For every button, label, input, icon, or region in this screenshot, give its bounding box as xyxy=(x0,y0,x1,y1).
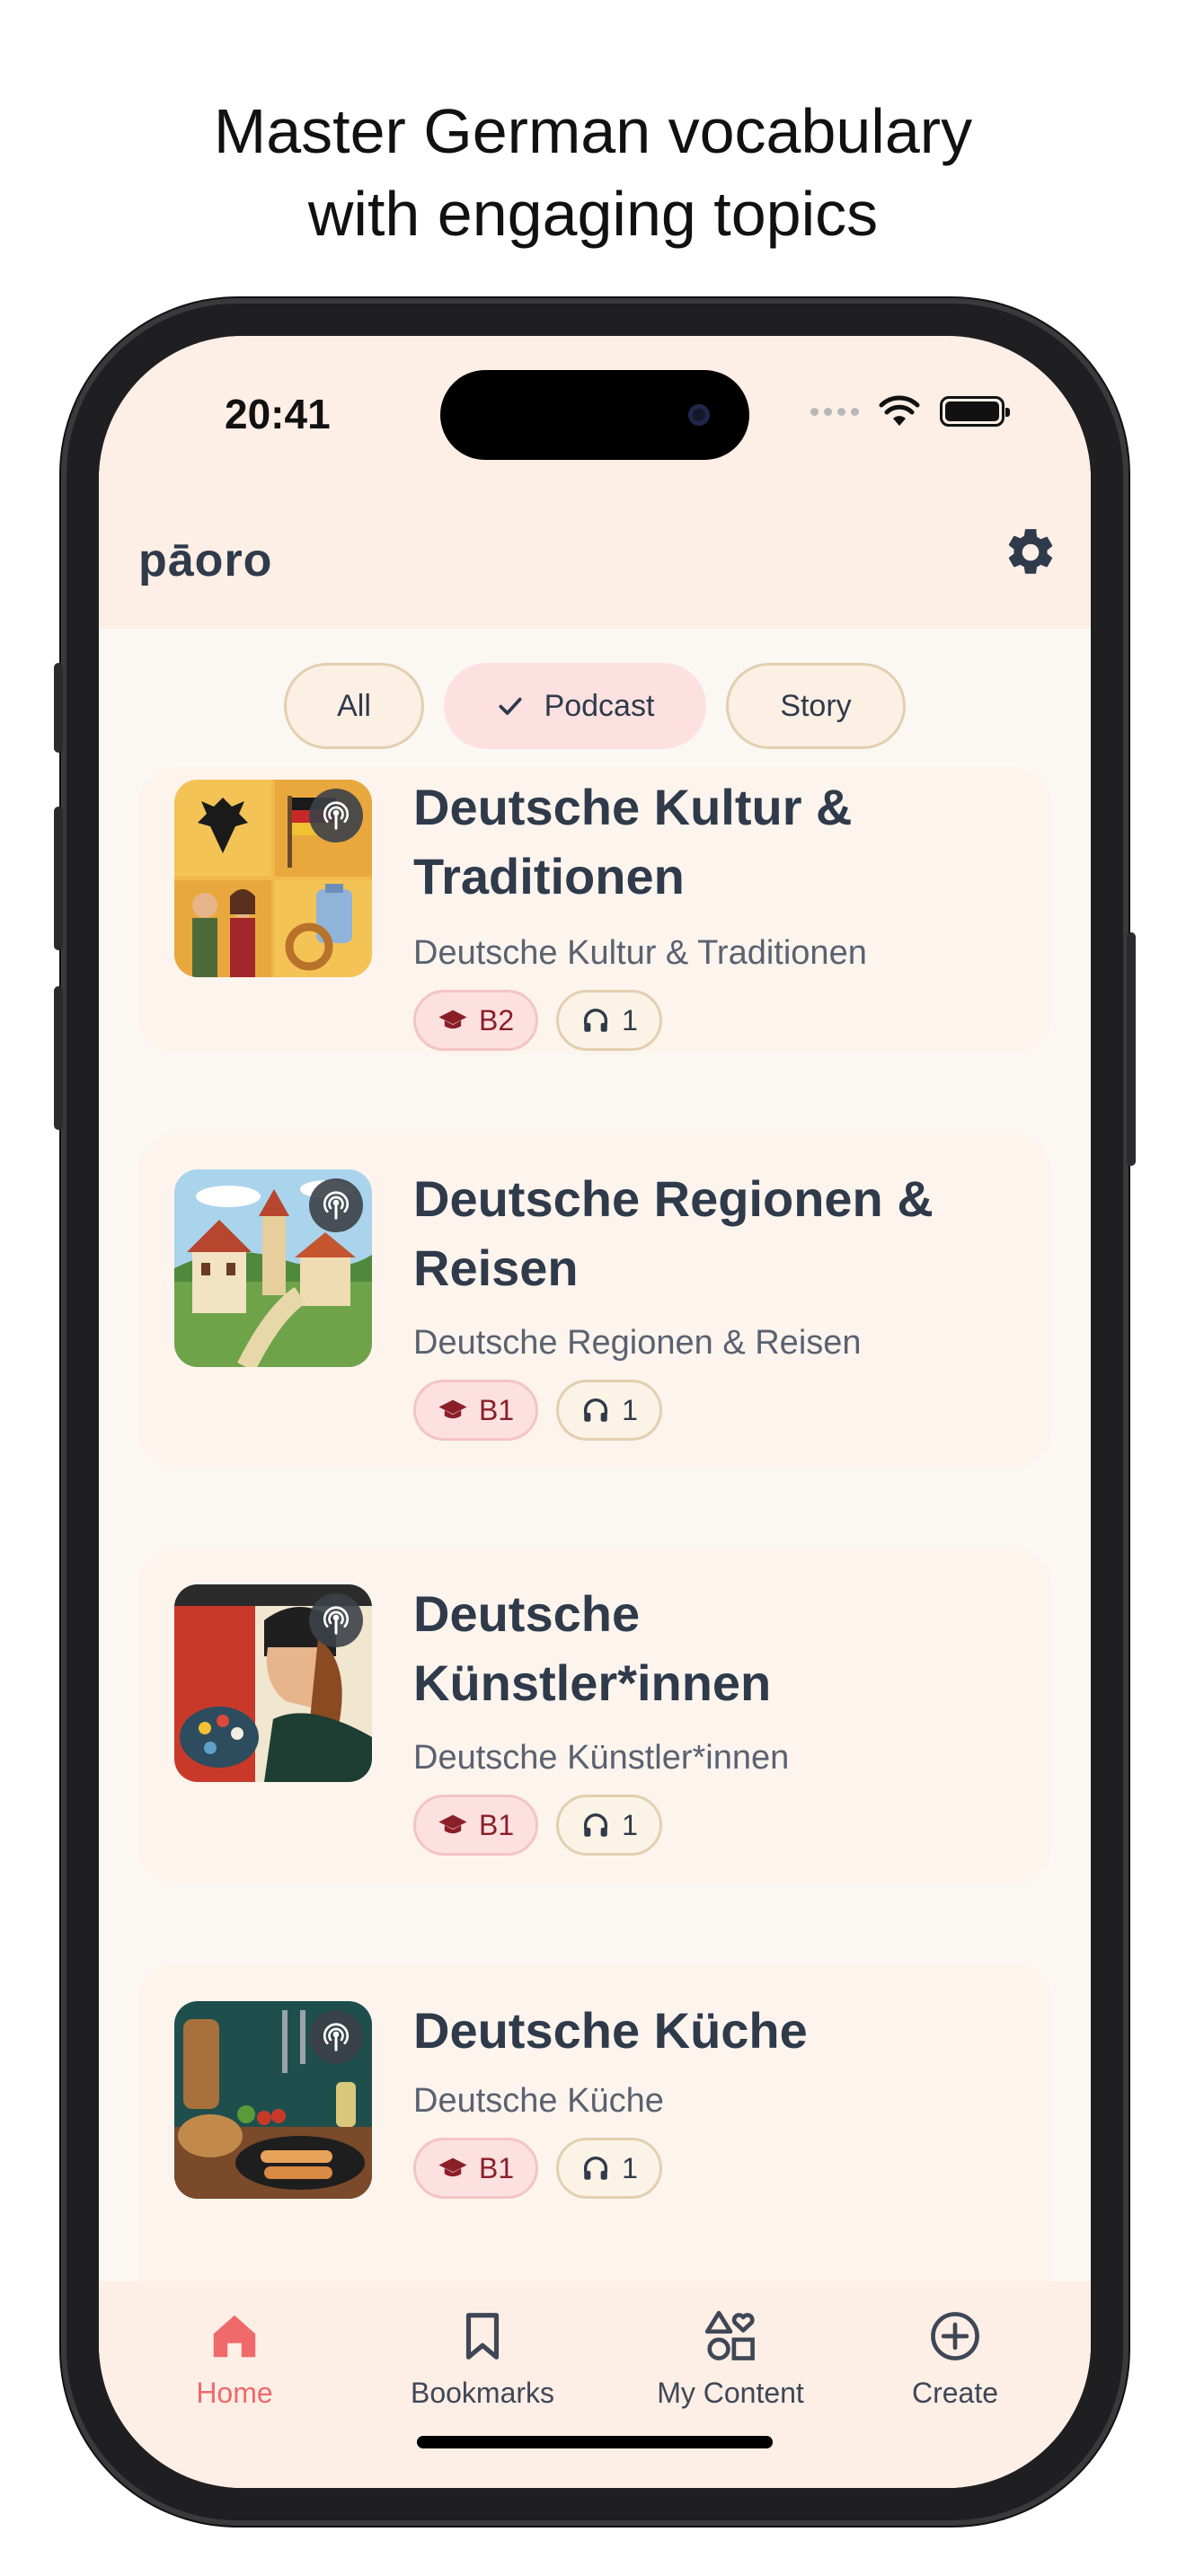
level-label: B1 xyxy=(479,1393,515,1426)
episode-count: 1 xyxy=(622,2151,638,2184)
bookmark-icon xyxy=(465,2313,500,2360)
wifi-icon xyxy=(879,395,920,426)
headphones-icon xyxy=(584,2157,608,2180)
headline-line-1: Master German vocabulary xyxy=(213,96,973,166)
app-title: pāoro xyxy=(138,534,273,587)
nav-create[interactable]: Create xyxy=(847,2308,1063,2410)
topic-title: Deutsche Kultur & Traditionen xyxy=(413,779,853,904)
nav-label: My Content xyxy=(657,2377,804,2409)
camera-icon xyxy=(688,404,710,426)
topic-title: Deutsche Künstler*innen xyxy=(413,1585,772,1711)
filter-chip-all[interactable]: All xyxy=(284,663,424,749)
episode-count: 1 xyxy=(622,1003,638,1037)
episode-count: 1 xyxy=(622,1808,638,1841)
graduation-cap-icon xyxy=(438,1814,467,1834)
signal-dots-icon xyxy=(810,407,859,416)
power-button xyxy=(1127,932,1136,1166)
volume-down-button xyxy=(54,986,63,1130)
mute-switch xyxy=(54,663,63,753)
level-badge: B1 xyxy=(413,2138,539,2199)
topic-card[interactable]: Deutsche Regionen & Reisen Deutsche Regi… xyxy=(138,1134,1051,1468)
promo-headline: Master German vocabulary with engaging t… xyxy=(0,90,1186,255)
app-header: 20:41 pāoro xyxy=(99,336,1091,629)
episode-count: 1 xyxy=(622,1393,638,1426)
topic-thumbnail xyxy=(174,1169,372,1367)
topic-tags: B1 1 xyxy=(413,1380,662,1441)
nav-bookmarks[interactable]: Bookmarks xyxy=(375,2308,590,2410)
shapes-icon xyxy=(704,2310,755,2360)
level-badge: B1 xyxy=(413,1795,539,1856)
headline-line-2: with engaging topics xyxy=(307,179,879,249)
topic-subtitle: Deutsche Kultur & Traditionen xyxy=(413,934,867,972)
nav-label: Home xyxy=(196,2377,273,2409)
level-label: B2 xyxy=(479,1003,515,1037)
level-badge: B1 xyxy=(413,1380,539,1441)
topic-tags: B1 1 xyxy=(413,2138,662,2199)
graduation-cap-icon xyxy=(438,1010,467,1029)
filter-chip-label: All xyxy=(337,688,371,723)
topic-subtitle: Deutsche Künstler*innen xyxy=(413,1739,790,1777)
home-indicator[interactable] xyxy=(417,2436,773,2448)
episode-count-badge: 1 xyxy=(556,1795,662,1856)
home-icon xyxy=(213,2315,256,2358)
graduation-cap-icon xyxy=(438,2157,467,2177)
episode-count-badge: 1 xyxy=(556,1380,662,1441)
topic-thumbnail xyxy=(174,1584,372,1782)
status-time: 20:41 xyxy=(225,391,331,437)
phone-frame: 20:41 pāoro All Podcast Story Deutsche K… xyxy=(54,304,1136,2520)
settings-gear-icon[interactable] xyxy=(1003,525,1058,580)
filter-chip-label: Story xyxy=(780,688,852,723)
app-screen: 20:41 pāoro All Podcast Story Deutsche K… xyxy=(99,336,1091,2488)
podcast-icon xyxy=(309,1178,363,1232)
filter-chip-podcast[interactable]: Podcast xyxy=(444,663,706,749)
topic-subtitle: Deutsche Regionen & Reisen xyxy=(413,1324,862,1362)
nav-home[interactable]: Home xyxy=(127,2308,342,2410)
level-badge: B2 xyxy=(413,990,539,1051)
topic-tags: B1 1 xyxy=(413,1795,662,1856)
podcast-icon xyxy=(309,789,363,842)
plus-circle-icon xyxy=(931,2312,979,2360)
checkmark-icon xyxy=(499,697,522,715)
level-label: B1 xyxy=(479,2151,515,2184)
episode-count-badge: 1 xyxy=(556,990,662,1051)
graduation-cap-icon xyxy=(438,1399,467,1419)
status-icons xyxy=(810,395,1010,428)
topic-title: Deutsche Regionen & Reisen xyxy=(413,1170,934,1296)
podcast-icon xyxy=(309,1593,363,1647)
dynamic-island xyxy=(440,370,749,460)
headphones-icon xyxy=(584,1813,608,1837)
nav-label: Bookmarks xyxy=(410,2377,555,2409)
nav-label: Create xyxy=(911,2377,999,2409)
volume-up-button xyxy=(54,807,63,950)
nav-my-content[interactable]: My Content xyxy=(623,2308,838,2410)
battery-icon xyxy=(940,396,1010,427)
topic-card[interactable]: Deutsche Küche Deutsche Küche B1 1 xyxy=(138,1962,1051,2321)
topic-thumbnail xyxy=(174,780,372,977)
headphones-icon xyxy=(584,1009,608,1032)
topic-card[interactable]: Deutsche Künstler*innen Deutsche Künstle… xyxy=(138,1548,1051,1884)
podcast-icon xyxy=(309,2010,363,2064)
episode-count-badge: 1 xyxy=(556,2138,662,2199)
topic-thumbnail xyxy=(174,2001,372,2199)
filter-chip-label: Podcast xyxy=(544,688,655,723)
filter-chip-story[interactable]: Story xyxy=(726,663,906,749)
topic-tags: B2 1 xyxy=(413,990,662,1051)
level-label: B1 xyxy=(479,1808,515,1841)
headphones-icon xyxy=(584,1398,608,1422)
filter-chips: All Podcast Story xyxy=(99,663,1091,749)
topic-card[interactable]: Deutsche Kultur & Traditionen Deutsche K… xyxy=(138,767,1051,1054)
bottom-nav: Home Bookmarks My Content Create xyxy=(99,2281,1091,2488)
topic-title: Deutsche Küche xyxy=(413,2002,808,2059)
topic-subtitle: Deutsche Küche xyxy=(413,2082,664,2120)
